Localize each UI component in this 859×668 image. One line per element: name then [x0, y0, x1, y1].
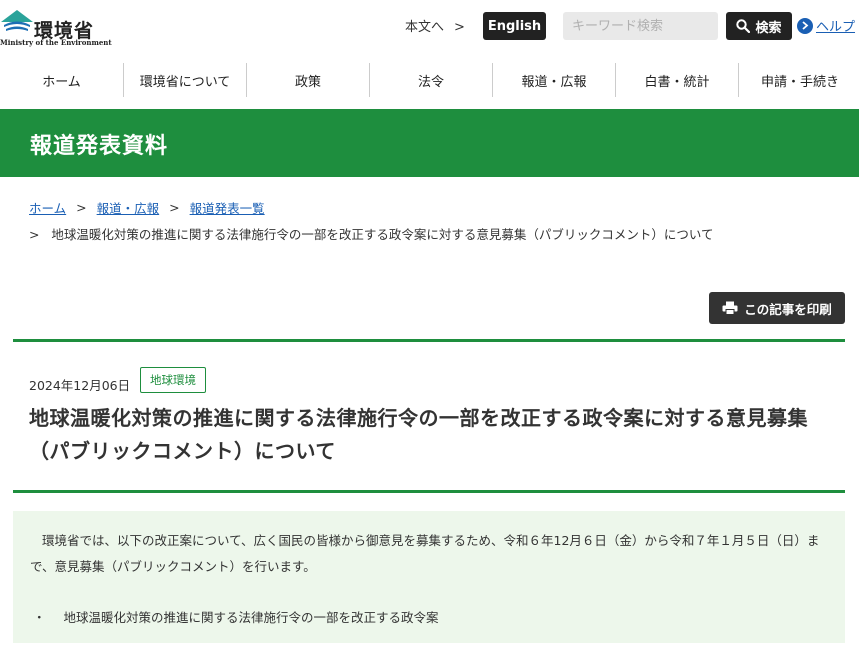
help-link-label: ヘルプ: [816, 20, 856, 35]
article-date: 2024年12月06日: [29, 378, 131, 393]
breadcrumb-home[interactable]: ホーム: [29, 198, 66, 217]
bullet-mark: ・: [33, 610, 46, 625]
global-nav: ホーム 環境省について 政策 法令 報道・広報 白書・統計 申請・手続き: [0, 63, 859, 97]
nav-item-about[interactable]: 環境省について: [123, 63, 246, 97]
nav-item-press[interactable]: 報道・広報: [492, 63, 615, 97]
breadcrumb-current: > 地球温暖化対策の推進に関する法律施行令の一部を改正する政令案に対する意見募集…: [29, 224, 714, 243]
chevron-right-icon: >: [454, 20, 465, 35]
search-icon: [736, 19, 751, 33]
article-body: 環境省では、以下の改正案について、広く国民の皆様から御意見を募集するため、令和６…: [13, 511, 845, 643]
site-logo[interactable]: 環境省 Ministry of the Environment: [0, 8, 112, 47]
nav-item-home[interactable]: ホーム: [0, 63, 123, 97]
breadcrumb-separator: >: [169, 200, 180, 215]
skip-to-content-link[interactable]: 本文へ >: [405, 16, 465, 35]
chevron-right-circle-icon: [797, 17, 813, 34]
list-item-text: 地球温暖化対策の推進に関する法律施行令の一部を改正する政令案: [63, 610, 439, 625]
english-button[interactable]: English: [483, 12, 546, 40]
logo-english-text: Ministry of the Environment: [0, 38, 112, 47]
nav-item-policy[interactable]: 政策: [246, 63, 369, 97]
nav-item-laws[interactable]: 法令: [369, 63, 492, 97]
divider: [13, 490, 845, 493]
breadcrumb-separator: >: [29, 227, 40, 242]
logo-mark-icon: [1, 10, 33, 31]
page-title: 報道発表資料: [30, 134, 169, 159]
search-input[interactable]: [563, 12, 718, 40]
search-button[interactable]: 検索: [726, 12, 792, 40]
breadcrumb-press-list[interactable]: 報道発表一覧: [190, 198, 265, 217]
nav-item-applications[interactable]: 申請・手続き: [738, 63, 859, 97]
divider: [13, 339, 845, 342]
page-title-band: 報道発表資料: [0, 109, 859, 177]
nav-item-statistics[interactable]: 白書・統計: [615, 63, 738, 97]
help-link[interactable]: ヘルプ: [797, 16, 855, 35]
printer-icon: [722, 301, 738, 315]
article-title: 地球温暖化対策の推進に関する法律施行令の一部を改正する政令案に対する意見募集（パ…: [29, 406, 808, 463]
breadcrumb-press[interactable]: 報道・広報: [97, 198, 160, 217]
search-button-label: 検索: [755, 20, 782, 36]
print-button[interactable]: この記事を印刷: [709, 292, 845, 324]
print-button-label: この記事を印刷: [744, 301, 832, 317]
body-paragraph: 環境省では、以下の改正案について、広く国民の皆様から御意見を募集するため、令和６…: [30, 533, 820, 574]
breadcrumb: ホーム > 報道・広報 > 報道発表一覧: [29, 198, 265, 217]
skip-link-label: 本文へ: [405, 20, 445, 35]
list-item: ・ 地球温暖化対策の推進に関する法律施行令の一部を改正する政令案: [33, 607, 439, 626]
breadcrumb-current-label: 地球温暖化対策の推進に関する法律施行令の一部を改正する政令案に対する意見募集（パ…: [51, 227, 714, 242]
breadcrumb-separator: >: [76, 200, 87, 215]
category-tag[interactable]: 地球環境: [140, 367, 206, 393]
